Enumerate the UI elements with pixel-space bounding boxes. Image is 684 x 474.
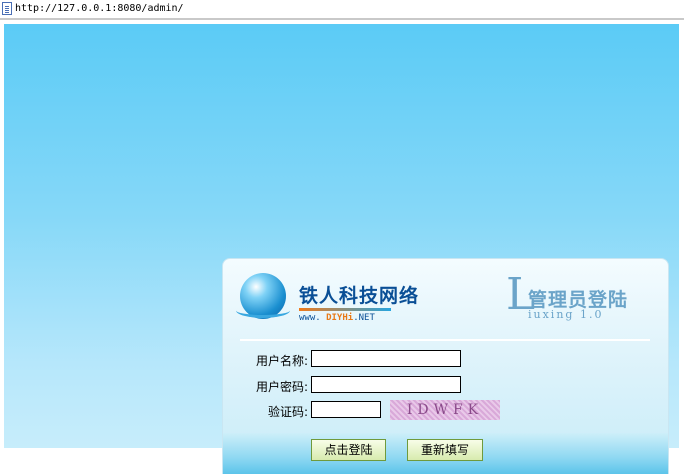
admin-version: iuxing 1.0 [528, 308, 604, 321]
password-input[interactable] [311, 376, 461, 393]
brand-site-highlight: DIYHi [326, 313, 354, 323]
button-bar: 点击登陆 重新填写 [223, 433, 668, 474]
login-panel: 铁人科技网络 www. DIYHi.NET L 管理员登陆 iuxing 1.0… [222, 258, 669, 474]
page-icon [2, 2, 12, 15]
brand-site: www. DIYHi.NET [299, 313, 375, 323]
login-button[interactable]: 点击登陆 [311, 439, 386, 461]
username-input[interactable] [311, 350, 461, 367]
username-row: 用户名称: [223, 349, 668, 371]
password-label: 用户密码: [255, 380, 308, 394]
username-label: 用户名称: [255, 354, 308, 368]
admin-mark: L 管理员登陆 iuxing 1.0 [506, 269, 666, 325]
address-bar: http://127.0.0.1:8080/admin/ [0, 0, 684, 20]
captcha-label: 验证码: [267, 405, 308, 419]
globe-logo-icon [236, 273, 290, 319]
brand-site-prefix: www. [299, 313, 327, 323]
brand-site-suffix: .NET [353, 313, 375, 323]
divider [240, 339, 650, 341]
page-viewport: 铁人科技网络 www. DIYHi.NET L 管理员登陆 iuxing 1.0… [4, 24, 679, 474]
brand-title: 铁人科技网络 [299, 285, 420, 307]
captcha-row: 验证码: IDWFK [223, 400, 668, 422]
brand-swoosh [299, 308, 391, 311]
reset-button[interactable]: 重新填写 [407, 439, 483, 461]
captcha-image[interactable]: IDWFK [390, 400, 500, 420]
url-text[interactable]: http://127.0.0.1:8080/admin/ [15, 3, 184, 14]
password-row: 用户密码: [223, 375, 668, 397]
captcha-input[interactable] [311, 401, 381, 418]
